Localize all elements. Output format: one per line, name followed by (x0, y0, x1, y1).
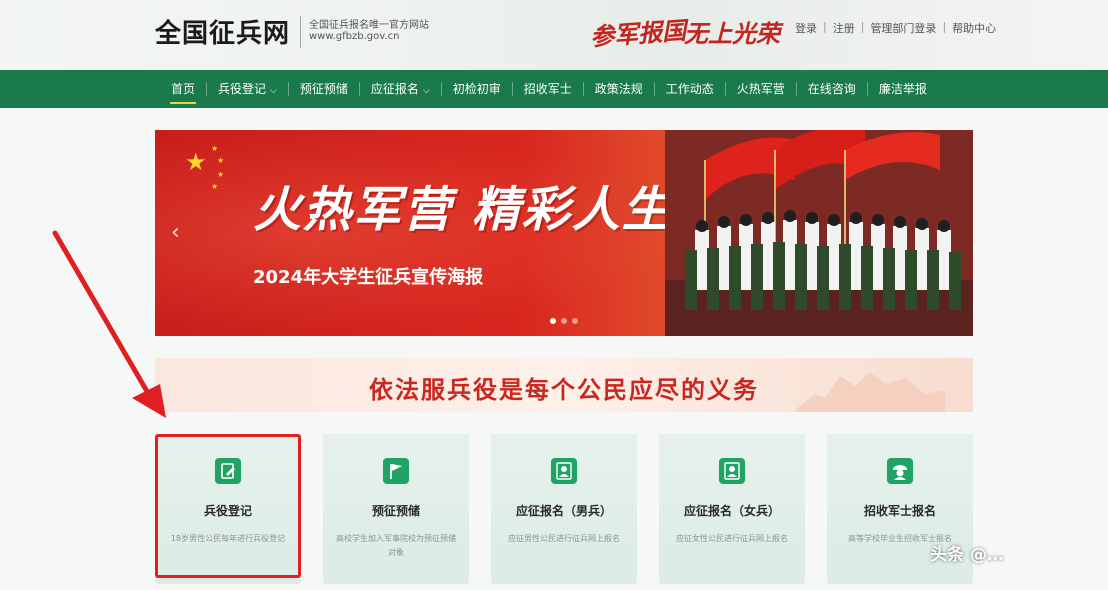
flag-icon (383, 458, 409, 484)
chevron-left-icon[interactable]: ‹ (171, 220, 180, 245)
slogan-strip: 依法服兵役是每个公民应尽的义务 (155, 358, 973, 412)
carousel-dot[interactable] (550, 318, 556, 324)
nav-label: 火热军营 (736, 82, 785, 96)
nav-item-enlist-apply[interactable]: 应征报名 ⌵ (360, 70, 441, 108)
card-title: 招收军士报名 (863, 504, 936, 518)
star-icon: ★ (211, 182, 219, 191)
nav-label: 在线咨询 (807, 82, 856, 96)
chevron-down-icon: ⌵ (270, 86, 277, 96)
parade-illustration (665, 130, 973, 336)
person-icon (719, 458, 745, 484)
card-pre-enlist[interactable]: 预征预储 高校学生加入军事院校为预征预储对象 (323, 434, 469, 584)
help-center-link[interactable]: 帮助中心 (952, 20, 996, 36)
nav-label: 招收军士 (523, 82, 572, 96)
nav-item-report[interactable]: 廉洁举报 (868, 70, 938, 108)
banner-title: 火热军营 精彩人生 (253, 182, 672, 238)
slogan-calligraphy-1: 参军报国 (589, 15, 688, 52)
nav-item-pre-enlist[interactable]: 预征预储 (289, 70, 359, 108)
soldier-icon (887, 458, 913, 484)
nav-label: 预征预储 (299, 82, 348, 96)
carousel-dot[interactable] (561, 318, 567, 324)
star-icon: ★ (185, 148, 207, 176)
card-title: 应征报名（女兵） (683, 504, 780, 518)
site-tagline: 全国征兵报名唯一官方网站 (309, 20, 429, 31)
site-logo[interactable]: 全国征兵网 (155, 13, 290, 50)
nav-item-policy[interactable]: 政策法规 (584, 70, 654, 108)
site-header: 全国征兵网 全国征兵报名唯一官方网站 www.gfbzb.gov.cn 参军报国… (0, 0, 1108, 70)
card-military-registration[interactable]: 兵役登记 18岁男性公民每年进行兵役登记 (155, 434, 301, 584)
slogan-text: 依法服兵役是每个公民应尽的义务 (369, 375, 759, 404)
card-description: 应征女性公民进行征兵网上报名 (676, 534, 788, 543)
nav-item-registration[interactable]: 兵役登记 ⌵ (207, 70, 288, 108)
slogan-calligraphy-2: 无上光荣 (684, 19, 780, 48)
nav-label: 兵役登记 (218, 82, 267, 96)
nav-item-consult[interactable]: 在线咨询 (797, 70, 867, 108)
nav-item-home[interactable]: 首页 (160, 70, 206, 108)
login-link[interactable]: 登录 (795, 20, 817, 36)
banner-subtitle: 2024年大学生征兵宣传海报 (253, 267, 484, 288)
watermark: 头条 @… (930, 545, 1004, 565)
logo-divider (300, 16, 301, 48)
divider: | (860, 20, 865, 33)
nav-label: 廉洁举报 (878, 82, 927, 96)
card-description: 高校学生加入军事院校为预征预储对象 (336, 534, 456, 557)
card-title: 兵役登记 (203, 504, 252, 518)
nav-label: 应征报名 (370, 82, 419, 96)
card-enlist-female[interactable]: 应征报名（女兵） 应征女性公民进行征兵网上报名 (659, 434, 805, 584)
nav-item-camp-life[interactable]: 火热军营 (726, 70, 796, 108)
person-icon (551, 458, 577, 484)
chevron-down-icon: ⌵ (422, 86, 430, 96)
main-nav: 首页 兵役登记 ⌵ 预征预储 应征报名 ⌵ 初检初审 招收军士 政策法规 工作动态 … (0, 70, 1108, 108)
nav-label: 首页 (171, 82, 196, 96)
nav-label: 初检初审 (452, 82, 501, 96)
card-enlist-male[interactable]: 应征报名（男兵） 应征男性公民进行征兵网上报名 (491, 434, 637, 584)
nav-label: 工作动态 (665, 82, 714, 96)
star-icon: ★ (211, 144, 219, 153)
edit-icon (215, 458, 241, 484)
nav-item-sergeant-recruit[interactable]: 招收军士 (513, 70, 583, 108)
card-title: 应征报名（男兵） (515, 504, 612, 518)
card-title: 预征预储 (371, 504, 420, 518)
hero-banner[interactable]: ★ ★ ★ ★ ★ ‹ 火热军营 精彩人生 2024年大学生征兵宣传海报 (155, 130, 973, 336)
divider: | (823, 20, 827, 33)
register-link[interactable]: 注册 (833, 20, 855, 36)
nav-item-news[interactable]: 工作动态 (655, 70, 725, 108)
card-description: 应征男性公民进行征兵网上报名 (508, 534, 620, 543)
carousel-dot[interactable] (572, 318, 578, 324)
divider: | (942, 20, 947, 33)
header-links: 登录 | 注册 | 管理部门登录 | 帮助中心 (795, 20, 996, 36)
carousel-dots (550, 318, 578, 324)
nav-label: 政策法规 (594, 82, 643, 96)
card-description: 18岁男性公民每年进行兵役登记 (170, 534, 286, 543)
nav-item-initial-check[interactable]: 初检初审 (442, 70, 512, 108)
star-icon: ★ (217, 156, 225, 165)
admin-login-link[interactable]: 管理部门登录 (870, 20, 936, 36)
site-url: www.gfbzb.gov.cn (309, 31, 400, 42)
star-icon: ★ (217, 170, 225, 179)
